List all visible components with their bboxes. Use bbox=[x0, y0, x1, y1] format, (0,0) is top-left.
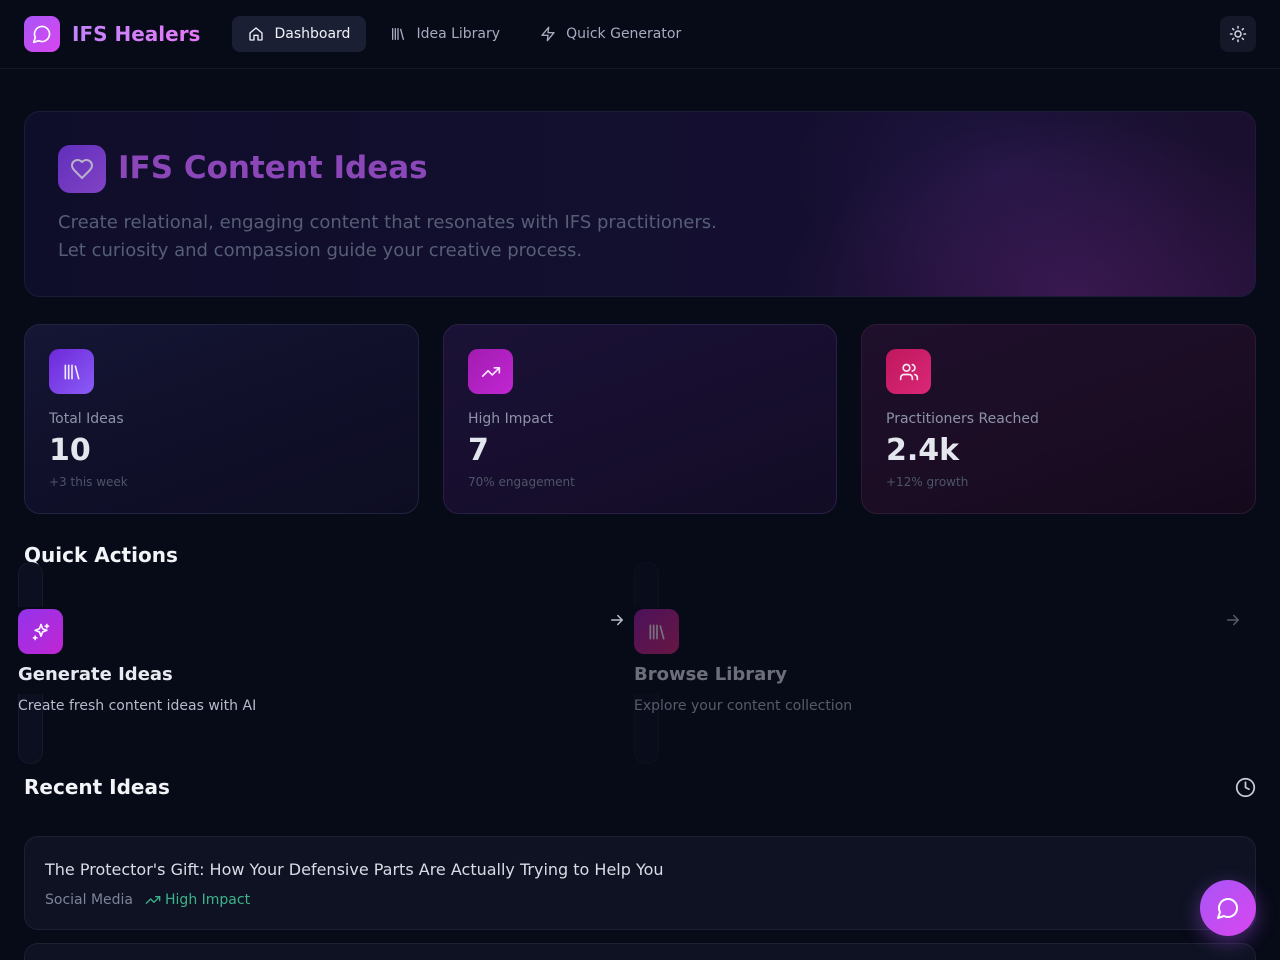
library-icon bbox=[390, 26, 406, 42]
stat-card-practitioners-reached: Practitioners Reached 2.4k +12% growth bbox=[861, 324, 1256, 514]
action-description: Explore your content collection bbox=[634, 698, 853, 714]
theme-toggle-button[interactable] bbox=[1220, 16, 1256, 52]
chat-button[interactable] bbox=[1200, 880, 1256, 936]
impact-label: High Impact bbox=[165, 892, 251, 908]
library-icon bbox=[634, 609, 679, 654]
stat-sub: +12% growth bbox=[886, 475, 969, 489]
arrow-right-icon bbox=[1224, 611, 1242, 629]
hero-description-line: Let curiosity and compassion guide your … bbox=[58, 240, 583, 261]
stat-label: Practitioners Reached bbox=[886, 411, 1039, 427]
stat-label: Total Ideas bbox=[49, 411, 124, 427]
arrow-right-icon bbox=[608, 611, 626, 629]
generate-ideas-action[interactable]: Generate Ideas Create fresh content idea… bbox=[18, 562, 623, 764]
library-icon bbox=[49, 349, 94, 394]
action-title: Browse Library bbox=[634, 664, 787, 685]
app-name: IFS Healers bbox=[72, 22, 201, 46]
recent-idea-card[interactable]: The Protector's Gift: How Your Defensive… bbox=[24, 836, 1256, 930]
card-edge bbox=[18, 562, 43, 607]
stat-value: 2.4k bbox=[886, 433, 960, 468]
card-edge bbox=[634, 562, 659, 607]
action-title: Generate Ideas bbox=[18, 664, 173, 685]
idea-meta: Social Media High Impact bbox=[45, 892, 250, 908]
brand[interactable]: IFS Healers bbox=[24, 16, 200, 52]
impact-badge: High Impact bbox=[145, 892, 250, 908]
hero-description: Create relational, engaging content that… bbox=[58, 209, 717, 265]
tab-dashboard[interactable]: Dashboard bbox=[232, 16, 367, 52]
idea-title: The Protector's Gift: How Your Defensive… bbox=[45, 860, 664, 879]
users-icon bbox=[886, 349, 931, 394]
top-nav: IFS Healers Dashboard Idea Library Quick… bbox=[0, 0, 1280, 69]
action-description: Create fresh content ideas with AI bbox=[18, 698, 257, 714]
stat-card-total-ideas: Total Ideas 10 +3 this week bbox=[24, 324, 419, 514]
stat-label: High Impact bbox=[468, 411, 554, 427]
tab-label: Quick Generator bbox=[566, 26, 682, 42]
stat-sub: +3 this week bbox=[49, 475, 128, 489]
idea-category: Social Media bbox=[45, 892, 134, 908]
stat-value: 7 bbox=[468, 433, 489, 468]
sparkles-icon bbox=[18, 609, 63, 654]
tab-label: Dashboard bbox=[274, 26, 351, 42]
recent-ideas-heading: Recent Ideas bbox=[24, 775, 170, 799]
tab-quick-generator[interactable]: Quick Generator bbox=[524, 16, 697, 52]
tab-label: Idea Library bbox=[416, 26, 501, 42]
sun-icon bbox=[1229, 25, 1247, 43]
home-icon bbox=[248, 26, 264, 42]
page-title: IFS Content Ideas bbox=[118, 150, 428, 186]
nav-tabs: Dashboard Idea Library Quick Generator bbox=[232, 16, 697, 52]
zap-icon bbox=[540, 26, 556, 42]
hero-description-line: Create relational, engaging content that… bbox=[58, 212, 717, 233]
trending-up-icon bbox=[145, 892, 161, 908]
message-circle-icon bbox=[1216, 896, 1240, 920]
stat-card-high-impact: High Impact 7 70% engagement bbox=[443, 324, 837, 514]
browse-library-action[interactable]: Browse Library Explore your content coll… bbox=[634, 562, 1239, 764]
stat-sub: 70% engagement bbox=[468, 475, 575, 489]
heart-icon bbox=[58, 145, 106, 193]
recent-idea-card[interactable] bbox=[24, 943, 1256, 960]
stat-value: 10 bbox=[49, 433, 91, 468]
trending-up-icon bbox=[468, 349, 513, 394]
clock-icon[interactable] bbox=[1235, 777, 1256, 798]
hero-banner: IFS Content Ideas Create relational, eng… bbox=[24, 111, 1256, 297]
tab-idea-library[interactable]: Idea Library bbox=[374, 16, 516, 52]
logo-message-circle-icon bbox=[24, 16, 60, 52]
